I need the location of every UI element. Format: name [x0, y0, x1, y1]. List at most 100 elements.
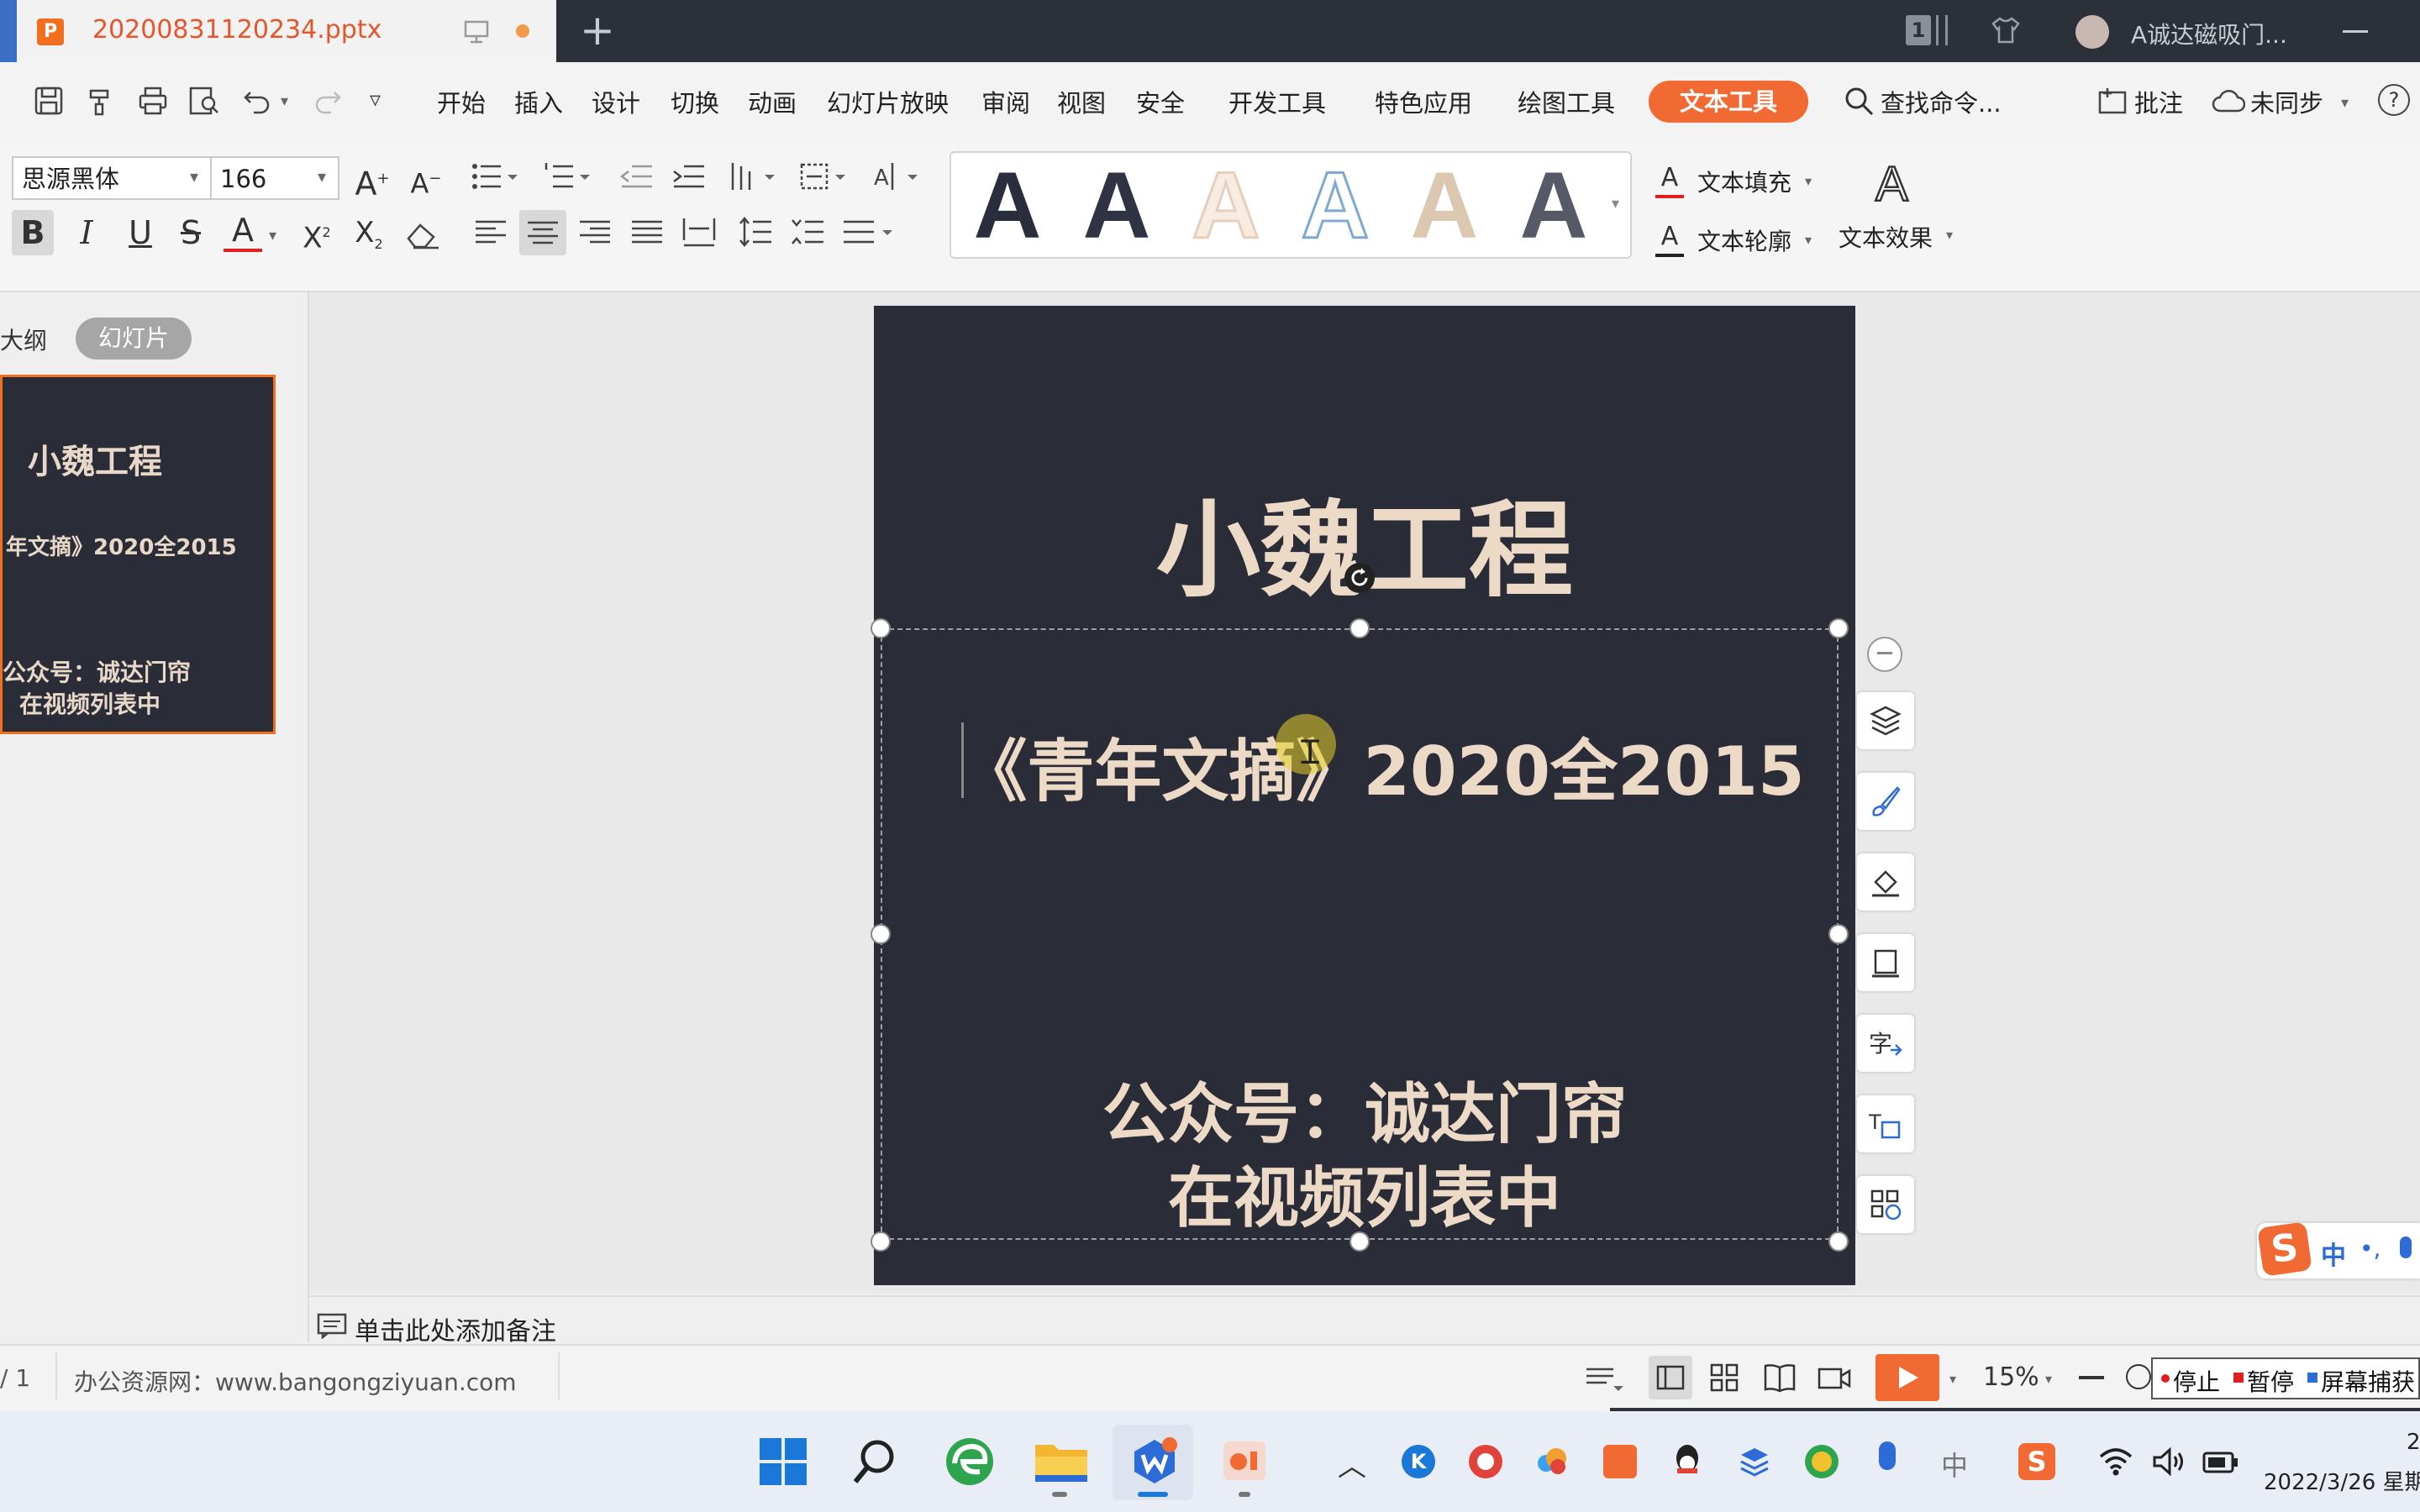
recorder-pause-button[interactable]: 暂停: [2247, 1364, 2294, 1398]
menu-review[interactable]: 审阅: [981, 84, 1030, 119]
show-hidden-icons-icon[interactable]: ︿: [1338, 1443, 1366, 1484]
tray-orange-icon[interactable]: [1603, 1445, 1637, 1478]
normal-view-button[interactable]: [1649, 1356, 1692, 1399]
text-style-slate[interactable]: A: [1071, 159, 1163, 253]
subscript-icon[interactable]: X2: [348, 210, 390, 267]
new-tab-plus-icon[interactable]: +: [580, 7, 615, 54]
clock-time[interactable]: 2: [2407, 1430, 2420, 1455]
play-slideshow-button[interactable]: [1876, 1354, 1939, 1401]
menu-developer[interactable]: 开发工具: [1228, 84, 1326, 119]
font-size-dropdown-icon[interactable]: ▾: [318, 166, 326, 186]
zoom-out-icon[interactable]: [2079, 1376, 2104, 1379]
menu-design[interactable]: 设计: [592, 84, 640, 119]
resize-handle-top-right[interactable]: [1828, 618, 1849, 638]
increase-font-size-icon[interactable]: A+: [353, 156, 392, 207]
collapse-toolbar-icon[interactable]: [1867, 637, 1902, 672]
text-effect-button[interactable]: 文本效果: [1839, 220, 1933, 254]
text-effect-dropdown-icon[interactable]: ▾: [1946, 227, 1953, 243]
menu-slideshow[interactable]: 幻灯片放映: [827, 84, 949, 119]
line-spacing-icon[interactable]: [738, 215, 775, 249]
outline-tab[interactable]: 大纲: [0, 323, 47, 356]
sync-dropdown-icon[interactable]: ▾: [2341, 94, 2349, 112]
text-outline-button[interactable]: 文本轮廓: [1697, 223, 1791, 257]
menu-view[interactable]: 视图: [1057, 84, 1106, 119]
font-color-icon[interactable]: A: [224, 210, 262, 252]
tray-layers-icon[interactable]: [1738, 1445, 1771, 1478]
save-icon[interactable]: [34, 86, 64, 116]
tray-sogou-icon[interactable]: S: [2018, 1443, 2055, 1480]
paragraph-spacing-icon[interactable]: [790, 215, 827, 249]
slide-title[interactable]: 小魏工程: [874, 465, 1855, 617]
numbered-list-icon[interactable]: [543, 160, 593, 193]
menu-home[interactable]: 开始: [437, 84, 486, 119]
menu-drawing-tools[interactable]: 绘图工具: [1518, 84, 1615, 119]
file-explorer-icon[interactable]: [1034, 1438, 1089, 1485]
text-style-blue-outline[interactable]: A: [1289, 157, 1381, 254]
skin-shirt-icon[interactable]: [1990, 15, 2022, 45]
more-spacing-icon[interactable]: [840, 215, 899, 249]
superscript-icon[interactable]: X2: [296, 210, 338, 260]
text-box-selection[interactable]: [881, 628, 1839, 1240]
menu-text-tools-tab[interactable]: 文本工具: [1649, 81, 1808, 123]
border-tool[interactable]: [1857, 934, 1914, 991]
presentation-app-icon[interactable]: [1220, 1436, 1269, 1485]
help-icon[interactable]: ?: [2378, 84, 2410, 116]
edge-browser-icon[interactable]: [943, 1435, 997, 1488]
print-icon[interactable]: [138, 86, 168, 116]
text-direction-icon[interactable]: [728, 160, 778, 193]
play-dropdown-icon[interactable]: ▾: [1949, 1371, 1956, 1387]
tray-green-plus-icon[interactable]: [1805, 1445, 1839, 1478]
presenter-view-icon[interactable]: [1817, 1362, 1852, 1393]
gallery-more-icon[interactable]: ▾: [1612, 195, 1619, 213]
align-center-button[interactable]: [519, 210, 566, 255]
undo-dropdown-icon[interactable]: ▾: [281, 92, 288, 110]
bold-button[interactable]: B: [12, 210, 54, 255]
notes-toggle-icon[interactable]: [1583, 1362, 1625, 1396]
tray-record-icon[interactable]: [1469, 1445, 1502, 1478]
text-outline-dropdown-icon[interactable]: ▾: [1805, 232, 1812, 248]
ime-punctuation-icon[interactable]: •,: [2360, 1235, 2381, 1263]
tray-microphone-icon[interactable]: [1879, 1441, 1896, 1470]
resize-handle-top[interactable]: [1349, 618, 1370, 638]
clock-date[interactable]: 2022/3/26 星期: [2264, 1465, 2420, 1496]
brush-tool[interactable]: [1857, 773, 1914, 830]
reading-view-icon[interactable]: [1763, 1362, 1797, 1393]
font-name-dropdown-icon[interactable]: ▾: [190, 166, 198, 186]
justify-icon[interactable]: [629, 215, 666, 249]
menu-special-apps[interactable]: 特色应用: [1375, 84, 1472, 119]
recorder-stop-button[interactable]: 停止: [2173, 1364, 2220, 1398]
smart-tool[interactable]: [1857, 1176, 1914, 1233]
resize-handle-bottom[interactable]: [1349, 1231, 1370, 1252]
undo-icon[interactable]: [242, 86, 272, 116]
resize-handle-top-left[interactable]: [871, 618, 891, 638]
comment-button[interactable]: 批注: [2134, 84, 2183, 119]
ime-mode[interactable]: 中: [2321, 1235, 2346, 1272]
font-color-dropdown-icon[interactable]: ▾: [269, 227, 276, 244]
align-left-icon[interactable]: [472, 215, 509, 249]
menu-transitions[interactable]: 切换: [671, 84, 719, 119]
zoom-level[interactable]: 15%: [1983, 1362, 2039, 1392]
align-text-icon[interactable]: [798, 160, 849, 193]
fill-tool[interactable]: [1857, 853, 1914, 911]
redo-icon[interactable]: [313, 86, 343, 116]
text-fill-button[interactable]: 文本填充: [1697, 165, 1791, 198]
resize-handle-right[interactable]: [1828, 924, 1849, 944]
increase-indent-icon[interactable]: [671, 160, 708, 193]
sogou-logo-icon[interactable]: S: [2257, 1221, 2312, 1277]
tray-k-icon[interactable]: K: [1402, 1445, 1435, 1478]
layers-tool[interactable]: [1857, 692, 1914, 749]
user-name[interactable]: A诚达磁吸门...: [2131, 17, 2287, 50]
windows-start-icon[interactable]: [758, 1436, 808, 1487]
resize-handle-bottom-right[interactable]: [1828, 1231, 1849, 1252]
rotate-handle[interactable]: [1344, 563, 1375, 593]
volume-icon[interactable]: [2151, 1446, 2188, 1477]
resize-handle-bottom-left[interactable]: [871, 1231, 891, 1252]
font-name-field[interactable]: 思源黑体: [12, 156, 212, 200]
italic-icon[interactable]: I: [67, 210, 106, 255]
recorder-capture-button[interactable]: 屏幕捕获: [2321, 1364, 2420, 1398]
bullet-list-icon[interactable]: [471, 160, 521, 193]
slide-thumbnail[interactable]: 小魏工程 年文摘》2020全2015 公众号：诚达门帘 在视频列表中: [0, 375, 276, 734]
decrease-font-size-icon[interactable]: A−: [407, 156, 445, 207]
decrease-indent-icon[interactable]: [618, 160, 655, 193]
sync-status[interactable]: 未同步: [2250, 84, 2323, 119]
